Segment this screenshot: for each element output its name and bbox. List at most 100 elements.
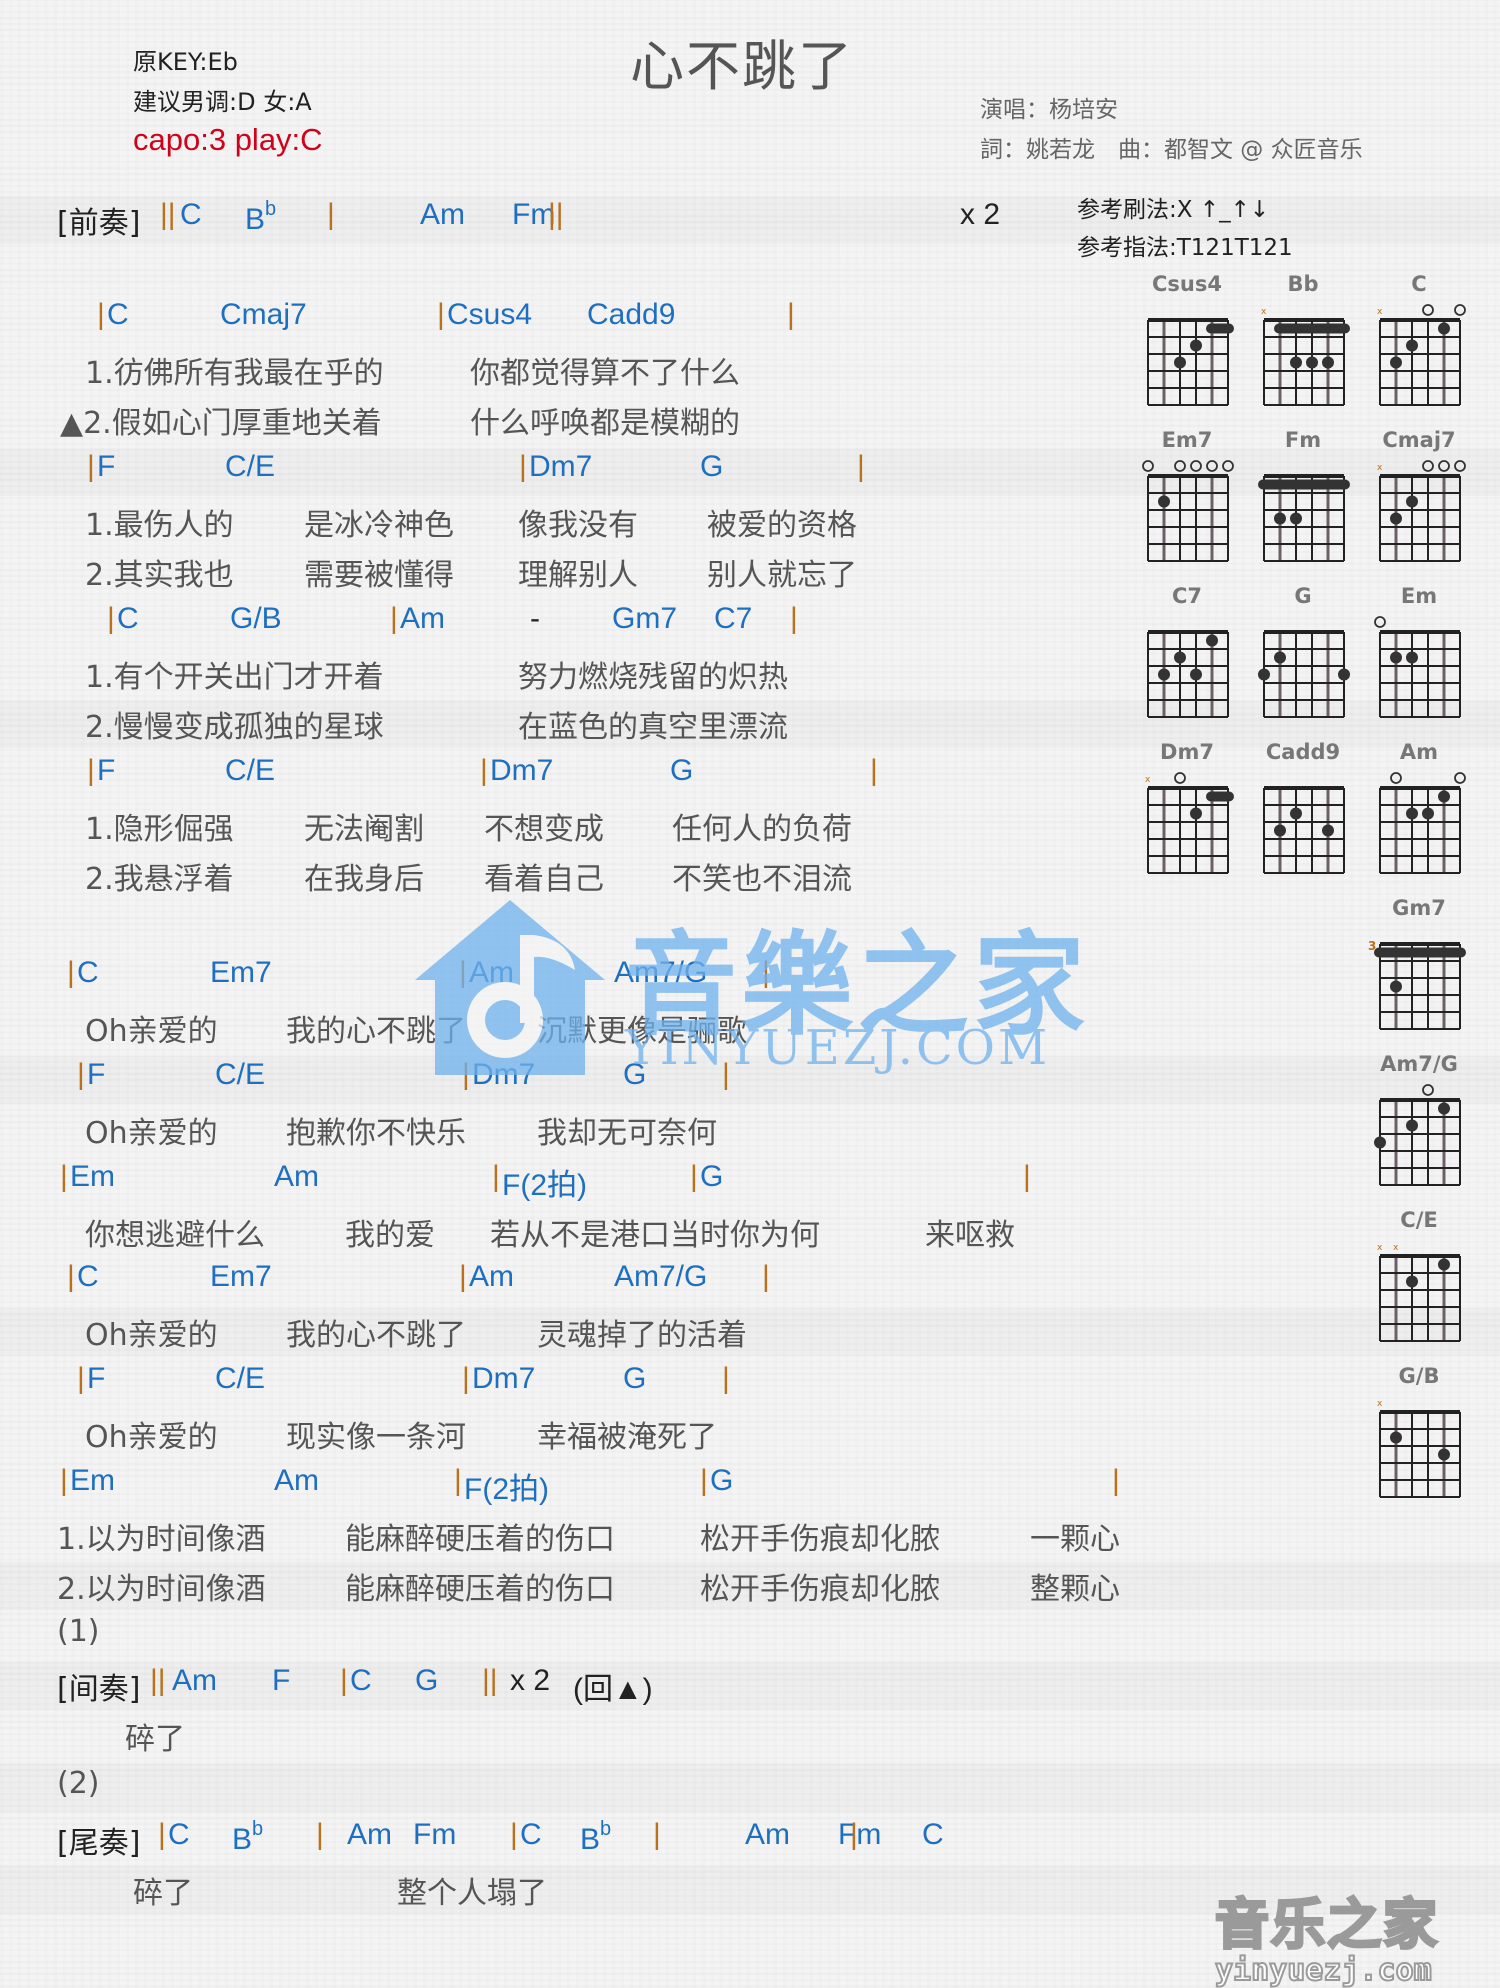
- bar-line: ||: [150, 1664, 166, 1697]
- chord-symbol: F: [87, 1058, 106, 1091]
- lyric-text: 被爱的资格: [707, 508, 857, 543]
- finger-dot: [1374, 1136, 1386, 1149]
- lyric-line: Oh亲爱的 我的心不跳了 灵魂掉了的活着: [0, 1310, 1100, 1354]
- chord-symbol: C: [180, 198, 202, 231]
- fretboard-grid: [1258, 474, 1350, 562]
- lyric-text: Oh亲爱的: [85, 1318, 218, 1353]
- bar-line: |: [480, 754, 488, 787]
- chord-diagram-em: Em: [1364, 584, 1474, 724]
- finger-dot: [1206, 634, 1218, 647]
- finger-dot: [1158, 668, 1170, 681]
- finger-dot: [1406, 495, 1418, 508]
- bar-line: |: [459, 1260, 467, 1293]
- barre-bar: [1374, 947, 1466, 958]
- chord-symbol: C/E: [215, 1362, 266, 1395]
- finger-dot: [1406, 807, 1418, 820]
- finger-dot: [1322, 356, 1334, 369]
- lyric-text: 别人就忘了: [707, 558, 857, 593]
- chord-diagram-name: Cadd9: [1265, 740, 1341, 764]
- open-string-marker: [1422, 304, 1434, 316]
- muted-string-marker: x: [1261, 307, 1267, 317]
- lyric-text: 你想逃避什么: [85, 1218, 265, 1253]
- lyric-text: 灵魂掉了的活着: [537, 1318, 747, 1353]
- lyric-text: 任何人的负荷: [672, 812, 852, 847]
- bar-line: |: [510, 1818, 518, 1851]
- finger-dot: [1306, 356, 1318, 369]
- lyric-text: 若从不是港口当时你为何: [490, 1218, 820, 1253]
- bar-line: |: [1023, 1160, 1031, 1193]
- flat-accidental: b: [252, 1818, 264, 1840]
- mark-line: (2): [0, 1766, 1100, 1810]
- annotation-text: -: [530, 602, 540, 635]
- bar-line: |: [762, 1260, 770, 1293]
- mark-line: (1): [0, 1614, 1100, 1658]
- bar-line: |: [850, 1818, 858, 1851]
- chord-diagram-cadd9: Cadd9: [1248, 740, 1358, 880]
- finger-dot: [1390, 1431, 1402, 1444]
- chord-line: |FC/E|Dm7G|: [0, 754, 1100, 798]
- lyric-line: ▲2.假如心门厚重地关着 什么呼唤都是模糊的: [0, 398, 1100, 442]
- lyric-text: ▲2.假如心门厚重地关着: [60, 406, 382, 441]
- lyric-text: 我却无可奈何: [537, 1116, 717, 1151]
- writer-credit: 詞：姚若龙 曲：都智文 @ 众匠音乐: [980, 137, 1363, 163]
- lyric-line: 1.隐形倔强 无法阉割 不想变成 任何人的负荷: [0, 804, 1100, 848]
- chord-symbol: G: [700, 450, 724, 483]
- chord-symbol: Am: [172, 1664, 217, 1697]
- lyric-text: 能麻醉硬压着的伤口: [345, 1572, 615, 1607]
- muted-string-marker: x: [1377, 463, 1383, 473]
- chord-symbol: F: [97, 754, 116, 787]
- fretboard-grid: [1258, 630, 1350, 718]
- chord-symbol: C/E: [225, 450, 276, 483]
- bar-line: |: [340, 1664, 348, 1697]
- barre-bar: [1206, 791, 1234, 802]
- chord-symbol: C: [922, 1818, 944, 1851]
- bar-line: |: [97, 298, 105, 331]
- chord-symbol: Fm: [413, 1818, 457, 1851]
- singer-credit: 演唱：杨培安: [980, 97, 1118, 123]
- chord-diagram-name: Bb: [1287, 272, 1319, 296]
- finger-dot: [1338, 668, 1350, 681]
- lyric-line: 2.我悬浮着 在我身后 看着自己 不笑也不泪流: [0, 854, 1100, 898]
- lyric-text: 来呕救: [925, 1218, 1015, 1253]
- song-title: 心不跳了: [630, 35, 854, 98]
- finger-dot: [1290, 356, 1302, 369]
- finger-dot: [1438, 1258, 1450, 1271]
- lyric-text: 1.有个开关出门才开着: [85, 660, 384, 695]
- chord-symbol: C/E: [225, 754, 276, 787]
- chord-diagram-cmaj7: Cmaj7 x: [1364, 428, 1474, 568]
- chord-diagram-name: Fm: [1284, 428, 1322, 452]
- bar-line: |: [77, 1058, 85, 1091]
- chord-symbol: Am: [274, 1464, 319, 1497]
- lyric-text: 我的心不跳了: [286, 1318, 466, 1353]
- finger-dot: [1290, 512, 1302, 525]
- chord-symbol: Dm7: [490, 754, 554, 787]
- section-label: [间奏]: [57, 1672, 141, 1707]
- annotation-text: x 2: [960, 198, 1001, 231]
- fretboard-grid: xx: [1377, 1243, 1461, 1342]
- bar-line: |: [87, 754, 95, 787]
- chord-symbol: Csus4: [447, 298, 533, 331]
- lyric-text: 松开手伤痕却化脓: [700, 1522, 940, 1557]
- bar-line: |: [519, 450, 527, 483]
- footer-logo-en: yinyuezj.com: [1214, 1952, 1433, 1988]
- open-string-marker: [1190, 460, 1202, 472]
- finger-dot: [1190, 668, 1202, 681]
- lyric-line: 碎了: [0, 1714, 1100, 1758]
- lyric-text: 什么呼唤都是模糊的: [470, 406, 740, 441]
- chord-symbol: Em: [70, 1464, 115, 1497]
- chord-symbol: Em7: [210, 1260, 272, 1293]
- chord-symbol: C: [350, 1664, 372, 1697]
- bar-line: |: [690, 1160, 698, 1193]
- interlude-line: [间奏] || Am F | C G || x 2 (回▲): [0, 1664, 1100, 1708]
- bar-line: ||: [160, 198, 176, 231]
- chord-line: |FC/E|Dm7G|: [0, 450, 1100, 494]
- lyric-text: 你都觉得算不了什么: [470, 356, 740, 391]
- chord-line: |CEm7|AmAm7/G|: [0, 1260, 1100, 1304]
- chord-diagram-name: Csus4: [1152, 272, 1222, 296]
- finger-dot: [1174, 651, 1186, 664]
- lyric-text: 抱歉你不快乐: [286, 1116, 466, 1151]
- chord-diagram-fm: Fm: [1248, 428, 1358, 568]
- watermark-en: YINYUEZJ.COM: [625, 1020, 1051, 1076]
- chord-symbol: G: [415, 1664, 439, 1697]
- fretboard-grid: [1263, 786, 1345, 874]
